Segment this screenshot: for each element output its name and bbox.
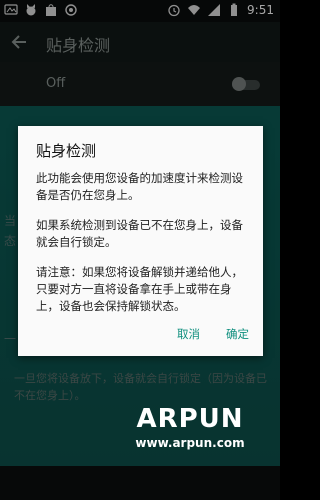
dialog-actions: 取消 确定	[177, 326, 249, 342]
on-body-detection-dialog: 贴身检测 此功能会使用您设备的加速度计来检测设备是否仍在您身上。 如果系统检测到…	[18, 126, 263, 356]
dialog-body: 此功能会使用您设备的加速度计来检测设备是否仍在您身上。 如果系统检测到设备已不在…	[36, 170, 252, 328]
watermark-url: www.arpun.com	[135, 436, 245, 450]
watermark-brand: ARPUN	[136, 404, 244, 434]
dialog-paragraph: 请注意：如果您将设备解锁并递给他人，只要对方一直将设备拿在手上或带在身上，设备也…	[36, 265, 243, 313]
screen: 9:51 贴身检测 Off 当 态 一 一旦您将设备放下，设备就会自行锁定（因为…	[0, 0, 280, 500]
cancel-button[interactable]: 取消	[177, 326, 200, 342]
dialog-paragraph: 此功能会使用您设备的加速度计来检测设备是否仍在您身上。	[36, 171, 243, 202]
ok-button[interactable]: 确定	[226, 326, 249, 342]
dialog-title: 贴身检测	[36, 142, 97, 160]
dialog-paragraph: 如果系统检测到设备已不在您身上，设备就会自行锁定。	[36, 218, 243, 249]
watermark-logo: ARPUN www.arpun.com	[110, 404, 270, 494]
